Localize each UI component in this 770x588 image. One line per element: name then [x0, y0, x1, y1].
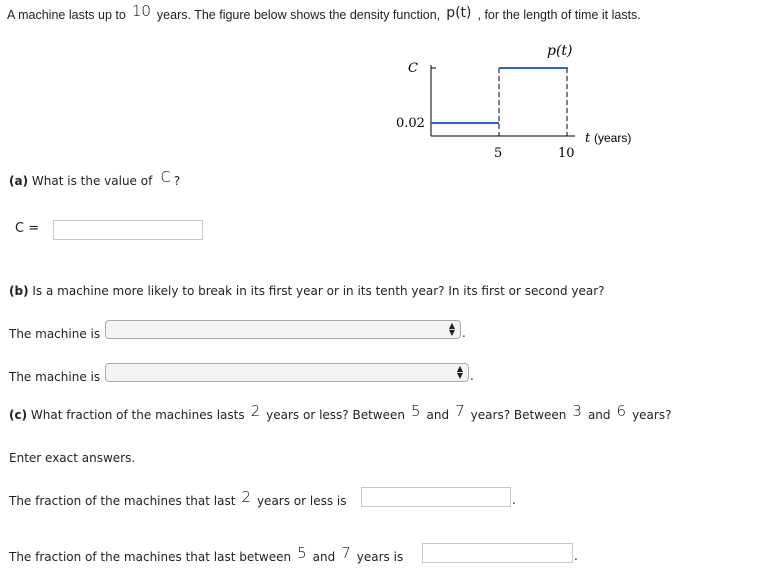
- x-label-t: t: [585, 131, 591, 146]
- instruction-text: Enter exact answers.: [9, 451, 136, 465]
- intro-part2: years. The figure below shows the densit…: [156, 8, 441, 22]
- select1-period: .: [462, 326, 466, 340]
- select1-label: The machine is: [9, 327, 101, 341]
- part-c-text-3: and: [426, 408, 450, 422]
- part-a-symbol: C: [160, 168, 171, 186]
- answer2-period: .: [574, 549, 578, 563]
- part-c-num-3: 3: [572, 402, 582, 420]
- select-arrows-icon: ▲ ▼: [456, 364, 463, 380]
- intro-part3: , for the length of time it lasts.: [477, 8, 641, 22]
- density-figure: p(t) C 0.02 5 10 t (years): [396, 43, 631, 161]
- y-label-002: 0.02: [396, 116, 425, 131]
- answer1-text-post: years or less is: [256, 494, 347, 508]
- function-name: p(t): [446, 5, 472, 21]
- c-input-label: C =: [15, 221, 40, 236]
- machine-select-2[interactable]: ▲ ▼: [105, 363, 469, 382]
- part-c-text-2: years or less? Between: [266, 408, 405, 422]
- select-arrows-icon: ▲ ▼: [448, 321, 455, 337]
- part-c-text-6: years?: [632, 408, 672, 422]
- answer2-num-5: 5: [297, 544, 307, 562]
- answer2-text-post: years is: [356, 550, 404, 564]
- answer1-label: The fraction of the machines that last 2 y…: [9, 488, 347, 509]
- part-a-question-mark: ?: [173, 174, 181, 188]
- intro-part1: A machine lasts up to: [7, 8, 126, 22]
- part-b-text: Is a machine more likely to break in its…: [32, 284, 605, 298]
- answer2-num-7: 7: [341, 544, 351, 562]
- fraction-2-years-input[interactable]: [361, 487, 511, 507]
- part-c-label: (c): [9, 408, 28, 422]
- x-tick-10: 10: [558, 146, 575, 161]
- answer1-num: 2: [241, 488, 251, 506]
- part-b-question: (b) Is a machine more likely to break in…: [9, 284, 605, 298]
- fraction-5-7-years-input[interactable]: [422, 543, 573, 563]
- answer2-label: The fraction of the machines that last b…: [9, 544, 404, 565]
- part-c-num-2: 2: [250, 402, 261, 420]
- max-years-value: 10: [131, 2, 151, 20]
- c-value-input[interactable]: [53, 220, 203, 240]
- select2-period: .: [470, 369, 474, 383]
- x-label-unit: (years): [594, 131, 631, 145]
- part-b-label: (b): [9, 284, 29, 298]
- figure-title: p(t): [547, 43, 573, 59]
- answer2-and: and: [312, 550, 336, 564]
- intro-text: A machine lasts up to 10 years. The figure…: [7, 2, 641, 23]
- answer1-text-pre: The fraction of the machines that last: [9, 494, 236, 508]
- part-c-question: (c) What fraction of the machines lasts 2…: [9, 402, 672, 423]
- machine-select-1[interactable]: ▲ ▼: [105, 320, 461, 339]
- part-c-text-4: years? Between: [470, 408, 567, 422]
- answer2-text-pre: The fraction of the machines that last b…: [9, 550, 292, 564]
- answer1-period: .: [512, 493, 516, 507]
- part-c-num-7: 7: [455, 402, 465, 420]
- part-c-text-5: and: [587, 408, 611, 422]
- select2-label: The machine is: [9, 370, 101, 384]
- part-a-text: What is the value of: [31, 174, 153, 188]
- part-c-text-1: What fraction of the machines lasts: [30, 408, 245, 422]
- part-a-question: (a) What is the value of C?: [9, 168, 181, 189]
- part-c-num-5: 5: [411, 402, 421, 420]
- part-a-label: (a): [9, 174, 29, 188]
- part-c-num-6: 6: [616, 402, 627, 420]
- x-tick-5: 5: [494, 146, 502, 161]
- y-label-c: C: [408, 61, 418, 76]
